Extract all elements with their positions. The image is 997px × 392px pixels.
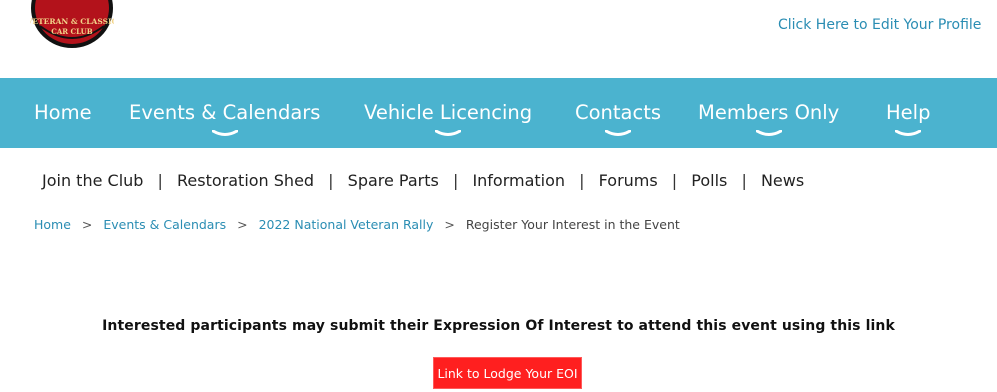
breadcrumb-current-page: Register Your Interest in the Event: [465, 217, 680, 232]
main-nav: Home Events & Calendars Vehicle Licencin…: [0, 78, 997, 148]
subnav-item-news[interactable]: News: [761, 171, 804, 190]
chevron-down-icon: [895, 130, 922, 136]
nav-item-label: Contacts: [575, 101, 662, 124]
subnav-item-forums[interactable]: Forums: [599, 171, 658, 190]
secondary-nav: Join the Club | Restoration Shed | Spare…: [42, 170, 804, 192]
subnav-separator: |: [328, 171, 334, 190]
page: VETERAN & CLASSIC CAR CLUB Click Here to…: [0, 0, 997, 392]
nav-item-label: Home: [34, 101, 92, 124]
nav-item-events-calendars[interactable]: Events & Calendars: [129, 100, 321, 136]
subnav-item-restoration-shed[interactable]: Restoration Shed: [177, 171, 314, 190]
chevron-down-icon: [755, 130, 782, 136]
subnav-item-information[interactable]: Information: [472, 171, 565, 190]
breadcrumb-separator: >: [81, 217, 93, 232]
subnav-item-spare-parts[interactable]: Spare Parts: [348, 171, 439, 190]
subnav-separator: |: [157, 171, 163, 190]
chevron-down-icon: [435, 130, 462, 136]
subnav-separator: |: [741, 171, 747, 190]
nav-item-contacts[interactable]: Contacts: [575, 100, 662, 136]
breadcrumb-link-events-calendars[interactable]: Events & Calendars: [103, 217, 226, 232]
subnav-item-polls[interactable]: Polls: [691, 171, 727, 190]
subnav-separator: |: [671, 171, 678, 190]
club-logo[interactable]: VETERAN & CLASSIC CAR CLUB: [30, 0, 114, 50]
breadcrumb-link-home[interactable]: Home: [34, 217, 71, 232]
lodge-eoi-button[interactable]: Link to Lodge Your EOI: [433, 357, 582, 389]
chevron-down-icon: [211, 130, 238, 136]
nav-item-vehicle-licencing[interactable]: Vehicle Licencing: [364, 100, 533, 136]
subnav-separator: |: [452, 171, 459, 190]
nav-item-help[interactable]: Help: [886, 100, 931, 136]
breadcrumb-separator: >: [237, 217, 248, 232]
chevron-down-icon: [605, 130, 632, 136]
eoi-description: Interested participants may submit their…: [102, 318, 895, 334]
breadcrumb-separator: >: [444, 217, 455, 232]
nav-item-label: Vehicle Licencing: [364, 101, 533, 124]
nav-item-label: Events & Calendars: [129, 101, 321, 124]
subnav-separator: |: [579, 171, 585, 190]
nav-item-members-only[interactable]: Members Only: [698, 100, 840, 136]
edit-profile-link[interactable]: Click Here to Edit Your Profile: [778, 17, 981, 33]
breadcrumb: Home > Events & Calendars > 2022 Nationa…: [34, 216, 680, 234]
logo-text: CAR CLUB: [51, 27, 92, 36]
subnav-item-join-the-club[interactable]: Join the Club: [42, 171, 143, 190]
nav-item-home[interactable]: Home: [34, 100, 92, 126]
nav-item-label: Members Only: [698, 101, 840, 124]
breadcrumb-link-national-veteran-rally[interactable]: 2022 National Veteran Rally: [259, 217, 434, 232]
logo-text: VETERAN & CLASSIC: [30, 17, 114, 26]
nav-item-label: Help: [886, 101, 931, 124]
